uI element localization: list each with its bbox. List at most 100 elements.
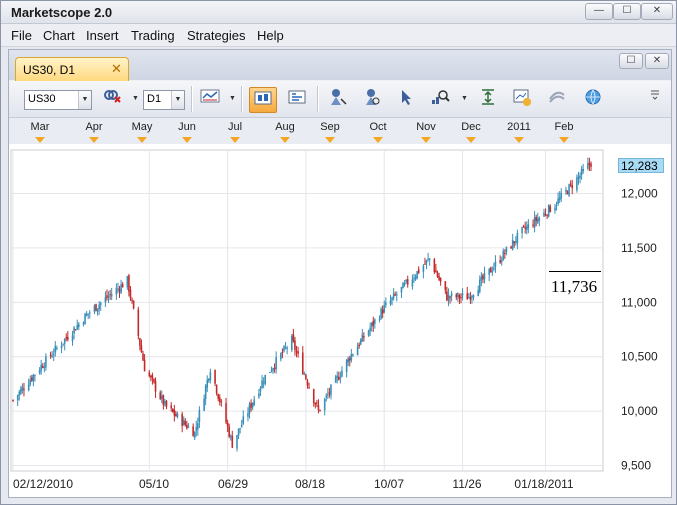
candle-body bbox=[483, 272, 486, 280]
candle-body bbox=[71, 335, 74, 342]
pointer-tool-icon[interactable] bbox=[393, 87, 419, 111]
candle-body bbox=[88, 312, 91, 314]
doc-restore-button[interactable]: ☐ bbox=[619, 53, 643, 69]
candle-body bbox=[577, 176, 580, 179]
candle-body bbox=[65, 337, 68, 339]
chevron-down-icon[interactable]: ▼ bbox=[132, 95, 139, 102]
chevron-down-icon[interactable]: ▼ bbox=[78, 91, 91, 109]
close-button[interactable]: ✕ bbox=[641, 3, 673, 20]
candle-body bbox=[164, 401, 166, 405]
maximize-button[interactable]: ☐ bbox=[613, 3, 641, 20]
chevron-down-icon[interactable]: ▼ bbox=[229, 95, 236, 102]
candle-body bbox=[56, 347, 58, 349]
period-marker-icon[interactable] bbox=[514, 137, 524, 143]
y-tick-label: 9,500 bbox=[621, 459, 651, 473]
candle-body bbox=[49, 354, 52, 356]
candle-body bbox=[253, 399, 256, 405]
candle-body bbox=[389, 300, 392, 304]
fit-to-screen-icon[interactable] bbox=[475, 87, 501, 111]
signals-icon[interactable] bbox=[544, 87, 570, 111]
menu-insert[interactable]: Insert bbox=[86, 28, 119, 43]
chart-type-icon[interactable] bbox=[197, 87, 223, 111]
period-marker-icon[interactable] bbox=[89, 137, 99, 143]
zoom-tool-icon[interactable] bbox=[359, 87, 385, 111]
menu-strategies[interactable]: Strategies bbox=[187, 28, 246, 43]
candle-body bbox=[40, 364, 42, 371]
candle-body bbox=[374, 319, 376, 324]
x-tick-label: 10/07 bbox=[373, 477, 405, 491]
chevron-down-icon[interactable]: ▼ bbox=[461, 95, 468, 102]
candle-body bbox=[547, 204, 550, 217]
candles-view-icon[interactable] bbox=[249, 87, 277, 113]
candle-body bbox=[327, 394, 329, 396]
period-marker-icon[interactable] bbox=[373, 137, 383, 143]
candle-body bbox=[82, 322, 85, 325]
period-marker-icon[interactable] bbox=[466, 137, 476, 143]
magnify-tool-icon[interactable] bbox=[427, 87, 453, 111]
chevron-down-icon[interactable]: ▼ bbox=[171, 91, 184, 109]
properties-icon[interactable] bbox=[509, 87, 535, 111]
candle-body bbox=[126, 276, 129, 288]
candle-body bbox=[209, 371, 212, 380]
menu-file[interactable]: File bbox=[11, 28, 32, 43]
candle-body bbox=[449, 296, 451, 298]
candle-body bbox=[198, 409, 201, 423]
candle-body bbox=[505, 246, 508, 253]
candle-body bbox=[204, 385, 207, 400]
menu-chart[interactable]: Chart bbox=[43, 28, 75, 43]
period-marker-icon[interactable] bbox=[559, 137, 569, 143]
menu-help[interactable]: Help bbox=[257, 28, 284, 43]
candle-body bbox=[162, 395, 165, 405]
tab-strip: US30, D1 ✕ ☐ ✕ bbox=[9, 50, 671, 81]
tab-us30-d1[interactable]: US30, D1 ✕ bbox=[15, 57, 129, 81]
remove-instrument-icon[interactable] bbox=[99, 87, 125, 111]
candle-body bbox=[193, 431, 196, 439]
candle-body bbox=[571, 185, 574, 189]
candle-body bbox=[187, 426, 190, 428]
candle-body bbox=[525, 226, 528, 231]
month-label: Oct bbox=[369, 121, 387, 133]
crosshair-tool-icon[interactable] bbox=[325, 87, 351, 111]
period-marker-icon[interactable] bbox=[182, 137, 192, 143]
candle-body bbox=[352, 354, 354, 356]
candle-body bbox=[236, 435, 238, 449]
period-marker-icon[interactable] bbox=[137, 137, 147, 143]
doc-close-button[interactable]: ✕ bbox=[645, 53, 669, 69]
month-label: Nov bbox=[416, 121, 436, 133]
chart-canvas[interactable]: 12,000 11,500 11,000 10,500 10,000 9,500 bbox=[9, 144, 671, 497]
candle-body bbox=[413, 278, 415, 280]
period-marker-icon[interactable] bbox=[421, 137, 431, 143]
minimize-button[interactable]: — bbox=[585, 3, 613, 20]
timeframe-select[interactable]: D1 ▼ bbox=[143, 90, 185, 110]
candle-body bbox=[262, 382, 265, 384]
toolbar-separator bbox=[317, 86, 319, 112]
candle-body bbox=[461, 293, 464, 296]
candle-body bbox=[428, 258, 431, 260]
bars-view-icon[interactable] bbox=[284, 87, 310, 111]
candle-body bbox=[533, 217, 536, 228]
candle-body bbox=[99, 302, 102, 306]
price-marker-label: 11,736 bbox=[551, 277, 598, 296]
candle-body bbox=[161, 395, 163, 399]
candle-body bbox=[489, 267, 492, 273]
period-marker-icon[interactable] bbox=[325, 137, 335, 143]
candle-body bbox=[325, 395, 328, 398]
toolbar-overflow-icon[interactable] bbox=[647, 87, 663, 111]
period-marker-icon[interactable] bbox=[35, 137, 45, 143]
period-marker-icon[interactable] bbox=[280, 137, 290, 143]
candle-body bbox=[422, 265, 425, 272]
price-chart[interactable]: 12,000 11,500 11,000 10,500 10,000 9,500 11,7… bbox=[9, 144, 671, 497]
instrument-select[interactable]: US30 ▼ bbox=[24, 90, 92, 110]
candle-body bbox=[218, 397, 221, 403]
candle-body bbox=[414, 276, 417, 280]
tab-close-icon[interactable]: ✕ bbox=[111, 61, 122, 77]
period-marker-icon[interactable] bbox=[230, 137, 240, 143]
candle-body bbox=[73, 327, 75, 334]
menu-trading[interactable]: Trading bbox=[131, 28, 175, 43]
candle-body bbox=[392, 293, 395, 298]
candle-body bbox=[522, 225, 525, 227]
candle-body bbox=[580, 169, 583, 176]
globe-icon[interactable] bbox=[580, 87, 606, 111]
candle-body bbox=[95, 304, 97, 311]
candle-body bbox=[546, 215, 548, 217]
